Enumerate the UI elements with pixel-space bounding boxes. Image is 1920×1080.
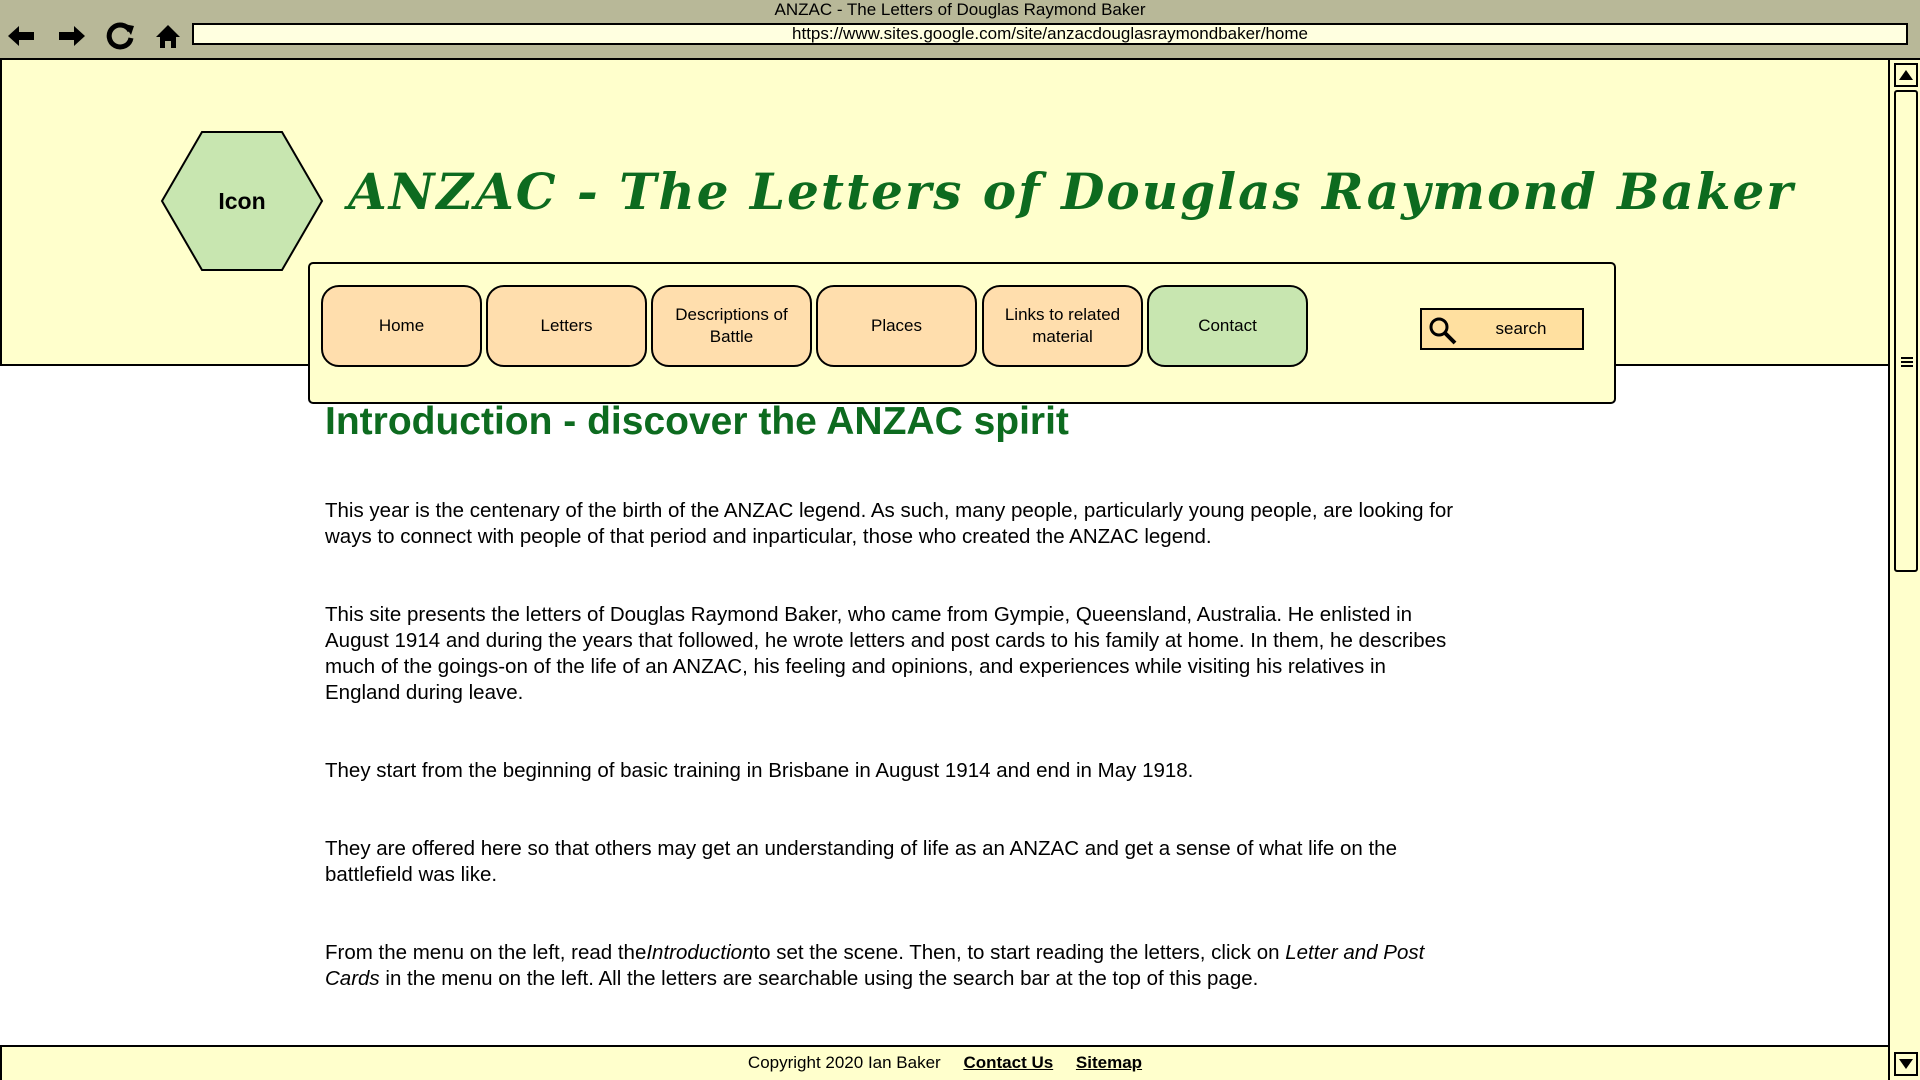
p5-text-1: From the menu on the left, read the xyxy=(325,941,647,964)
p5-text-2: to set the scene. Then, to start reading… xyxy=(753,941,1286,964)
scroll-down-arrow-icon[interactable] xyxy=(1894,1052,1918,1076)
nav-letters-button[interactable]: Letters xyxy=(486,285,647,367)
vertical-scrollbar[interactable] xyxy=(1888,60,1920,1080)
browser-toolbar: ANZAC - The Letters of Douglas Raymond B… xyxy=(0,0,1920,60)
p5-text-3: in the menu on the left. All the letters… xyxy=(379,967,1259,990)
forward-arrow-icon[interactable] xyxy=(55,19,89,53)
scrollbar-thumb[interactable] xyxy=(1894,90,1918,572)
nav-descriptions-of-battle-button[interactable]: Descriptions of Battle xyxy=(651,285,812,367)
site-footer: Copyright 2020 Ian Baker Contact Us Site… xyxy=(0,1045,1888,1080)
copyright-text: Copyright 2020 Ian Baker xyxy=(747,1053,941,1072)
window-title: ANZAC - The Letters of Douglas Raymond B… xyxy=(774,0,1146,19)
site-header: Icon ANZAC - The Letters of Douglas Raym… xyxy=(0,60,1888,404)
contact-us-link[interactable]: Contact Us xyxy=(963,1053,1053,1072)
logo-label: Icon xyxy=(218,187,266,214)
intro-paragraph-5: From the menu on the left, read theIntro… xyxy=(325,940,1455,992)
back-arrow-icon[interactable] xyxy=(4,19,38,53)
nav-links-button[interactable]: Links to related material xyxy=(982,285,1143,367)
scroll-up-arrow-icon[interactable] xyxy=(1894,63,1918,87)
search-placeholder: search xyxy=(1495,319,1547,338)
intro-paragraph-3: They start from the beginning of basic t… xyxy=(325,759,1194,782)
search-input[interactable]: search xyxy=(1420,308,1584,350)
search-icon xyxy=(1428,316,1458,351)
intro-paragraph-1: This year is the centenary of the birth … xyxy=(325,499,1454,548)
nav-contact-button[interactable]: Contact xyxy=(1147,285,1308,367)
home-icon[interactable] xyxy=(151,19,185,53)
site-logo[interactable]: Icon xyxy=(160,130,324,272)
reload-icon[interactable] xyxy=(103,19,137,53)
p5-introduction-emphasis: Introduction xyxy=(646,941,754,964)
site-title: ANZAC - The Letters of Douglas Raymond B… xyxy=(348,162,1795,221)
page-heading: Introduction - discover the ANZAC spirit xyxy=(325,400,1069,443)
nav-places-button[interactable]: Places xyxy=(816,285,977,367)
intro-paragraph-2: This site presents the letters of Dougla… xyxy=(325,603,1447,704)
address-bar[interactable]: https://www.sites.google.com/site/anzacd… xyxy=(192,23,1908,45)
intro-paragraph-4: They are offered here so that others may… xyxy=(325,837,1397,886)
nav-home-button[interactable]: Home xyxy=(321,285,482,367)
main-content: Introduction - discover the ANZAC spirit… xyxy=(325,392,1455,990)
sitemap-link[interactable]: Sitemap xyxy=(1076,1053,1142,1072)
scrollbar-grip-icon xyxy=(1901,357,1913,369)
